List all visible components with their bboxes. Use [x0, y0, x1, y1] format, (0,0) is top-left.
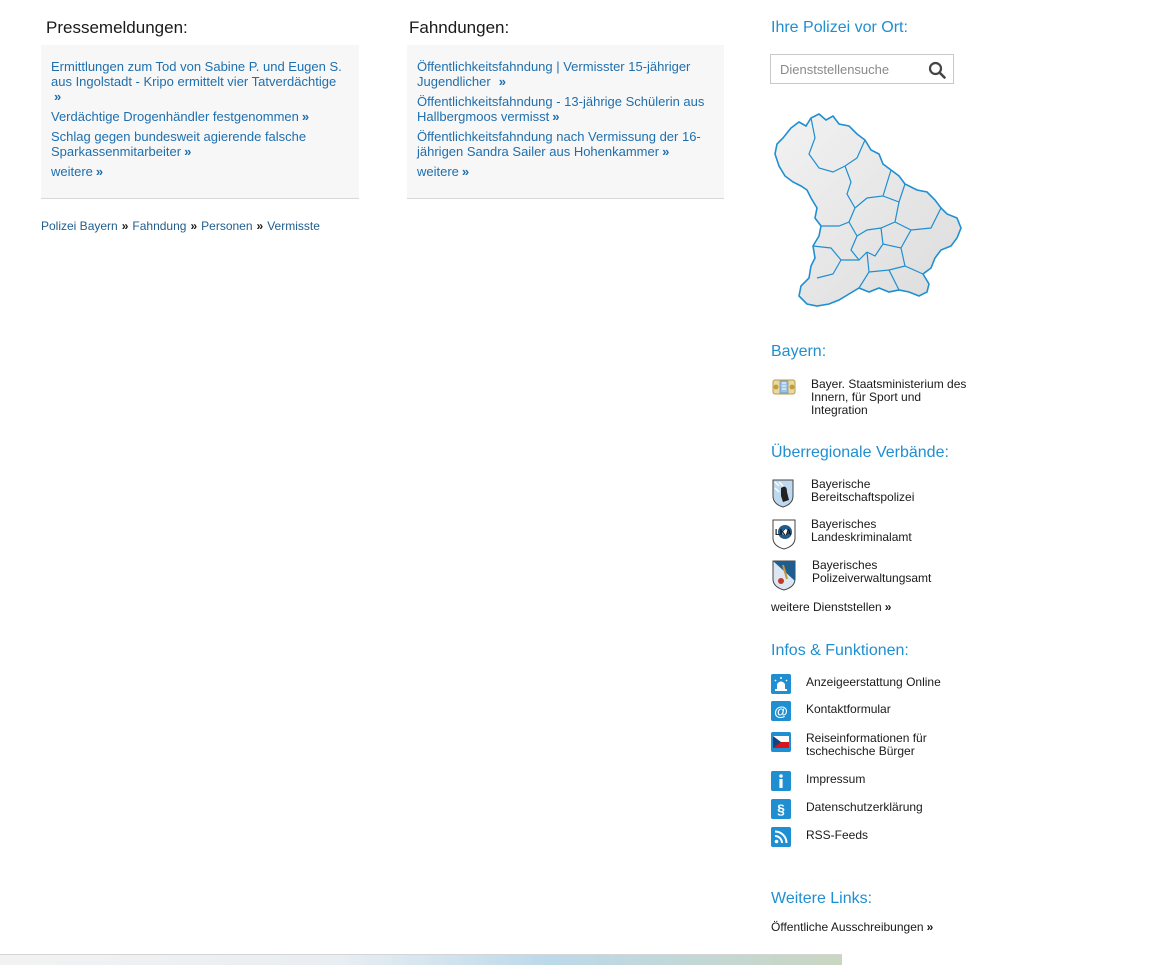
verband-label[interactable]: Bayerisches Landeskriminalamt [811, 518, 971, 544]
paragraph-icon: § [771, 799, 791, 819]
breadcrumb-separator: » [190, 219, 198, 233]
bavaria-map[interactable] [771, 110, 966, 310]
bottom-window-bar [0, 954, 842, 965]
breadcrumb-item[interactable]: Fahndung [132, 219, 186, 233]
fahndungen-box: Öffentlichkeitsfahndung | Vermisster 15-… [407, 45, 724, 199]
bereitschaftspolizei-logo-icon [772, 479, 794, 508]
verband-label[interactable]: Bayerisches Polizeiverwaltungsamt [812, 559, 972, 585]
bayern-heading: Bayern: [771, 343, 827, 360]
press-item[interactable]: Ermittlungen zum Tod von Sabine P. und E… [51, 59, 349, 104]
press-item[interactable]: Verdächtige Drogenhändler festgenommen» [51, 109, 349, 124]
verbaende-heading: Überregionale Verbände: [771, 444, 949, 461]
czech-flag-icon [771, 732, 791, 752]
press-heading: Pressemeldungen: [46, 18, 188, 37]
vor-ort-heading: Ihre Polizei vor Ort: [771, 19, 908, 36]
search-icon[interactable] [928, 61, 946, 79]
svg-text:§: § [777, 801, 785, 817]
info-label[interactable]: Reiseinformationen für tschechische Bürg… [806, 732, 946, 758]
fahndung-item[interactable]: Öffentlichkeitsfahndung | Vermisster 15-… [417, 59, 714, 89]
bavarian-coat-of-arms-icon [772, 379, 796, 395]
weitere-links-heading: Weitere Links: [771, 890, 873, 907]
press-more-link[interactable]: weitere» [51, 164, 103, 179]
info-label[interactable]: RSS-Feeds [806, 829, 868, 842]
fahndungen-heading: Fahndungen: [409, 18, 510, 37]
breadcrumb-separator: » [121, 219, 129, 233]
press-link[interactable]: Ermittlungen zum Tod von Sabine P. und E… [51, 59, 342, 89]
info-label[interactable]: Kontaktformular [806, 703, 891, 716]
fahndung-link[interactable]: Öffentlichkeitsfahndung - 13-jährige Sch… [417, 94, 704, 124]
fahndung-link[interactable]: Öffentlichkeitsfahndung | Vermisster 15-… [417, 59, 690, 89]
info-item-impressum[interactable]: Impressum [771, 771, 971, 795]
verband-entry[interactable]: LKA Bayerisches Landeskriminalamt [771, 518, 971, 550]
infos-heading: Infos & Funktionen: [771, 642, 909, 659]
svg-text:LKA: LKA [775, 528, 792, 537]
press-link[interactable]: Schlag gegen bundesweit agierende falsch… [51, 129, 306, 159]
info-item-datenschutz[interactable]: § Datenschutzerklärung [771, 799, 971, 823]
siren-icon [771, 674, 791, 694]
verband-label[interactable]: Bayerische Bereitschaftspolizei [811, 478, 971, 504]
info-label[interactable]: Datenschutzerklärung [806, 801, 923, 814]
info-item-kontakt[interactable]: @ Kontaktformular [771, 701, 971, 725]
landeskriminalamt-logo-icon: LKA [772, 519, 796, 550]
breadcrumb-separator: » [256, 219, 264, 233]
press-item[interactable]: Schlag gegen bundesweit agierende falsch… [51, 129, 349, 159]
polizeiverwaltungsamt-logo-icon [772, 560, 796, 591]
dienststellen-search [770, 54, 954, 84]
fahndung-link[interactable]: Öffentlichkeitsfahndung nach Vermissung … [417, 129, 701, 159]
fahndung-item[interactable]: Öffentlichkeitsfahndung - 13-jährige Sch… [417, 94, 714, 124]
ausschreibungen-link[interactable]: Öffentliche Ausschreibungen» [771, 920, 933, 934]
svg-text:@: @ [774, 703, 788, 719]
info-item-reiseinformationen[interactable]: Reiseinformationen für tschechische Bürg… [771, 732, 971, 762]
rss-icon [771, 827, 791, 847]
press-box: Ermittlungen zum Tod von Sabine P. und E… [41, 45, 359, 199]
press-link[interactable]: Verdächtige Drogenhändler festgenommen» [51, 109, 309, 124]
at-sign-icon: @ [771, 701, 791, 721]
verband-entry[interactable]: Bayerisches Polizeiverwaltungsamt [771, 559, 971, 591]
info-item-anzeigeerstattung[interactable]: Anzeigeerstattung Online [771, 674, 971, 698]
breadcrumb: Polizei Bayern» Fahndung» Personen» Vermiss… [41, 219, 320, 233]
weitere-dienststellen-link[interactable]: weitere Dienststellen» [771, 600, 891, 614]
fahndungen-more-link[interactable]: weitere» [417, 164, 469, 179]
info-item-rss[interactable]: RSS-Feeds [771, 827, 971, 851]
breadcrumb-item[interactable]: Polizei Bayern [41, 219, 118, 233]
info-label[interactable]: Impressum [806, 773, 865, 786]
staatsministerium-entry[interactable]: Bayer. Staatsministerium des Innern, für… [771, 378, 971, 418]
info-label[interactable]: Anzeigeerstattung Online [806, 676, 941, 689]
info-icon [771, 771, 791, 791]
search-input[interactable] [780, 62, 920, 77]
breadcrumb-item[interactable]: Personen [201, 219, 252, 233]
breadcrumb-item[interactable]: Vermisste [267, 219, 320, 233]
staatsministerium-label[interactable]: Bayer. Staatsministerium des Innern, für… [811, 378, 971, 417]
fahndung-item[interactable]: Öffentlichkeitsfahndung nach Vermissung … [417, 129, 714, 159]
verband-entry[interactable]: Bayerische Bereitschaftspolizei [771, 478, 971, 510]
